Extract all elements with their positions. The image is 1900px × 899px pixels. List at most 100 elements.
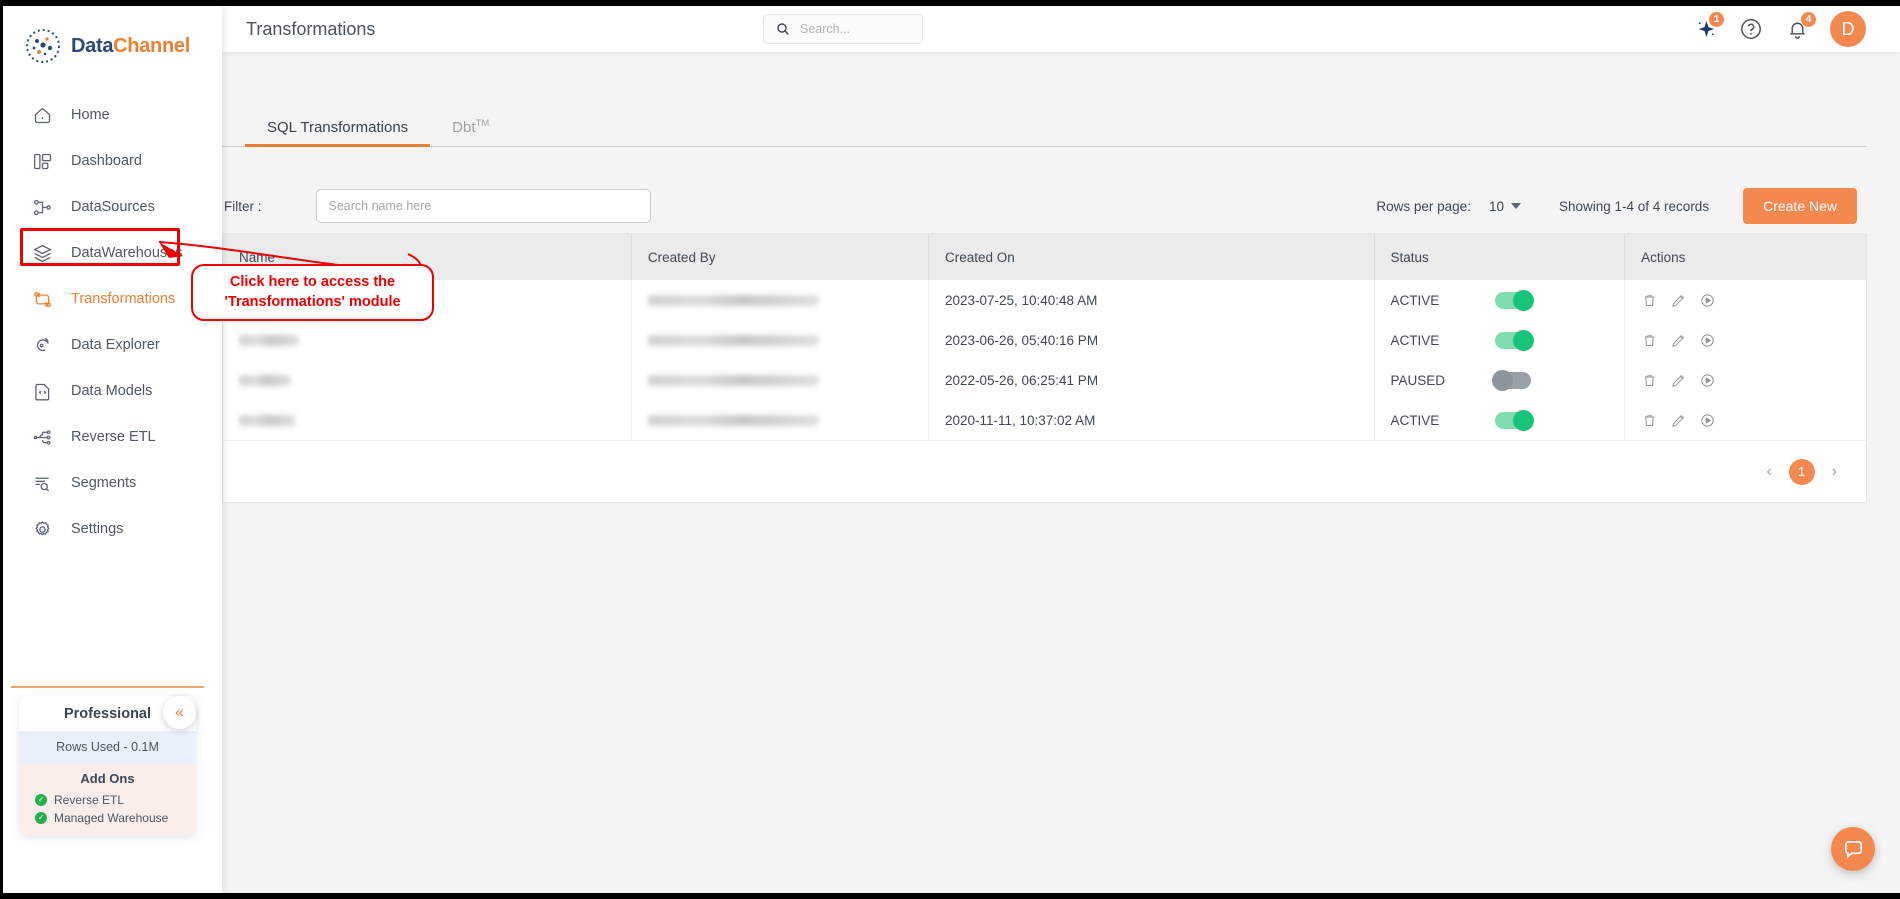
global-search-box[interactable]: Search... [763, 14, 923, 44]
rows-per-page-label: Rows per page: [1376, 198, 1471, 214]
cell-created-on: 2023-06-26, 05:40:16 PM [928, 320, 1375, 360]
sidebar-item-data-explorer[interactable]: Data Explorer [3, 322, 222, 368]
table-row[interactable]: 2020-11-11, 10:37:02 AM ACTIVE [223, 400, 1866, 440]
status-toggle[interactable] [1494, 329, 1534, 351]
user-avatar[interactable]: D [1830, 11, 1866, 47]
edit-icon[interactable] [1670, 332, 1687, 349]
annotation-line-1: Click here to access the [229, 273, 396, 290]
column-header-created-by[interactable]: Created By [631, 234, 929, 280]
delete-icon[interactable] [1641, 332, 1658, 349]
check-circle-icon: ✓ [35, 812, 47, 824]
pagination-page-1[interactable]: 1 [1788, 458, 1815, 485]
cell-status: ACTIVE [1374, 280, 1626, 320]
table-body: 2023-07-25, 10:40:48 AM ACTIVE 2023-06-2… [223, 280, 1866, 440]
transformations-table: Name Created By Created On Status Action… [223, 234, 1866, 440]
edit-icon[interactable] [1670, 412, 1687, 429]
table-row[interactable]: 2023-07-25, 10:40:48 AM ACTIVE [223, 280, 1866, 320]
sidebar-item-data-models[interactable]: Data Models [3, 368, 222, 414]
redacted-name [239, 415, 295, 427]
run-icon[interactable] [1699, 372, 1716, 389]
app-window: DataChannel Home Dashboard DataSources D… [0, 0, 1900, 899]
sidebar: DataChannel Home Dashboard DataSources D… [3, 6, 222, 893]
brand-name-part1: Data [71, 34, 114, 57]
sidebar-item-segments[interactable]: Segments [3, 460, 222, 506]
table-toolbar: Filter : Rows per page: 10 Showing 1-4 o… [222, 179, 1867, 233]
sidebar-collapse-button[interactable]: « [163, 696, 196, 729]
tab-bar: SQL Transformations DbtTM [222, 91, 1867, 147]
status-label: ACTIVE [1390, 412, 1440, 428]
annotation-line-2: 'Transformations' module [224, 293, 401, 310]
sidebar-item-reverse-etl[interactable]: Reverse ETL [3, 414, 222, 460]
table-head: Name Created By Created On Status Action… [223, 234, 1866, 280]
dashboard-icon [31, 150, 53, 172]
column-header-status[interactable]: Status [1374, 234, 1626, 280]
search-icon [775, 21, 791, 37]
sidebar-item-datasources[interactable]: DataSources [3, 184, 222, 230]
tab-sup: TM [475, 118, 490, 129]
redacted-created-by [647, 295, 818, 307]
brand-logo-block[interactable]: DataChannel [3, 6, 222, 84]
filter-search-input[interactable] [315, 189, 651, 223]
status-label: PAUSED [1390, 372, 1446, 388]
sidebar-item-datawarehouses[interactable]: DataWarehouses [3, 230, 222, 276]
pagination-prev-button[interactable]: ‹ [1763, 463, 1774, 481]
column-header-created-on[interactable]: Created On [928, 234, 1375, 280]
addons-title: Add Ons [80, 771, 135, 786]
rows-per-page-value: 10 [1488, 198, 1504, 214]
status-toggle[interactable] [1494, 289, 1534, 311]
column-header-actions: Actions [1624, 234, 1866, 280]
cell-created-by [631, 400, 929, 440]
delete-icon[interactable] [1641, 412, 1658, 429]
redacted-created-by [647, 375, 818, 387]
pagination-next-button[interactable]: › [1829, 463, 1840, 481]
tab-sql-transformations[interactable]: SQL Transformations [245, 119, 431, 147]
table-header-row: Name Created By Created On Status Action… [223, 234, 1866, 280]
cell-created-on: 2023-07-25, 10:40:48 AM [928, 280, 1375, 320]
help-button[interactable] [1738, 16, 1764, 42]
toolbar-right-group: Rows per page: 10 Showing 1-4 of 4 recor… [1376, 188, 1857, 224]
plan-rows-used: Rows Used - 0.1M [19, 731, 196, 764]
addon-label: Reverse ETL [54, 793, 125, 807]
rows-per-page-select[interactable]: 10 [1489, 199, 1521, 214]
segments-icon [31, 472, 53, 494]
edit-icon[interactable] [1670, 372, 1687, 389]
table-row[interactable]: 2023-06-26, 05:40:16 PM ACTIVE [223, 320, 1866, 360]
table-row[interactable]: 2022-05-26, 06:25:41 PM PAUSED [223, 360, 1866, 400]
addon-item: ✓ Managed Warehouse [19, 809, 196, 827]
delete-icon[interactable] [1641, 292, 1658, 309]
main-content: SQL Transformations DbtTM Filter : Rows … [222, 52, 1900, 893]
sidebar-item-dashboard[interactable]: Dashboard [3, 138, 222, 184]
datasources-icon [31, 196, 53, 218]
tab-dbt[interactable]: DbtTM [430, 118, 511, 146]
sidebar-divider [11, 686, 204, 688]
sidebar-item-home[interactable]: Home [3, 92, 222, 138]
cell-status: ACTIVE [1374, 400, 1626, 440]
sidebar-item-settings[interactable]: Settings [3, 506, 222, 552]
datachannel-logo-icon [25, 28, 61, 64]
annotation-text: Click here to access the 'Transformation… [224, 273, 400, 312]
cell-actions [1625, 400, 1866, 440]
brand-name: DataChannel [71, 35, 190, 58]
sidebar-item-transformations[interactable]: Transformations [3, 276, 222, 322]
brand-name-part2: Channel [113, 34, 190, 57]
status-toggle[interactable] [1494, 409, 1534, 431]
cell-status: ACTIVE [1374, 320, 1626, 360]
delete-icon[interactable] [1641, 372, 1658, 389]
run-icon[interactable] [1699, 412, 1716, 429]
cell-actions [1625, 360, 1866, 400]
chat-bubble-icon [1842, 838, 1865, 861]
status-toggle[interactable] [1491, 369, 1531, 391]
notifications-button[interactable]: 4 [1784, 11, 1817, 42]
sidebar-item-label: Reverse ETL [71, 429, 156, 445]
data-explorer-icon [31, 334, 53, 356]
settings-gear-icon [31, 518, 53, 540]
create-new-button[interactable]: Create New [1743, 188, 1857, 224]
sidebar-item-label: Data Models [71, 383, 153, 399]
transformations-icon [31, 288, 53, 310]
chat-support-button[interactable] [1831, 827, 1875, 871]
run-icon[interactable] [1699, 332, 1716, 349]
edit-icon[interactable] [1670, 292, 1687, 309]
ai-sparkle-button[interactable]: 1 [1692, 11, 1725, 42]
sidebar-nav: Home Dashboard DataSources DataWarehouse… [3, 92, 222, 552]
run-icon[interactable] [1699, 292, 1716, 309]
